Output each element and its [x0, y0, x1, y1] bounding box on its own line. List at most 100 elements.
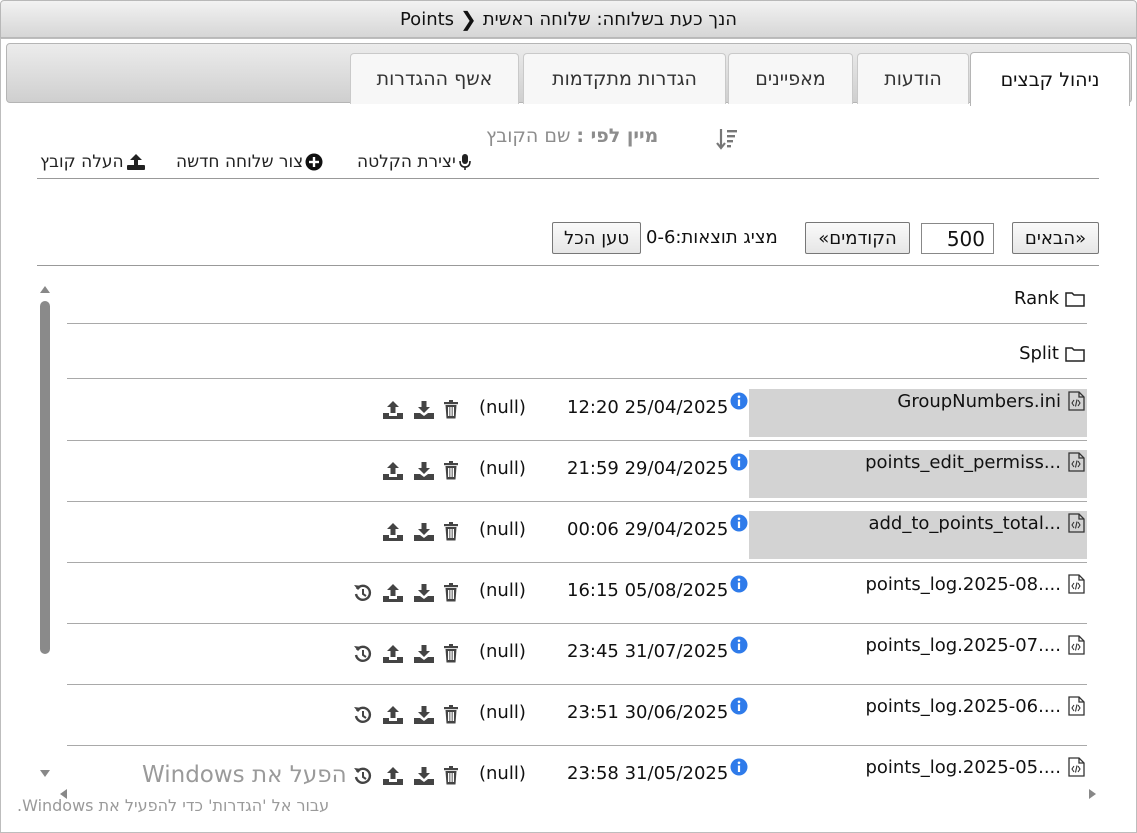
- tab-properties[interactable]: מאפיינים: [728, 53, 853, 104]
- folder-name[interactable]: Split: [1019, 343, 1085, 364]
- file-name: points_edit_permiss...: [865, 452, 1061, 473]
- scroll-right-icon[interactable]: [1089, 789, 1096, 799]
- file-row[interactable]: points_edit_permiss... 21:59 29/04/2025 (n…: [67, 441, 1087, 502]
- file-size: (null): [479, 458, 526, 479]
- tab-settings-wizard[interactable]: אשף ההגדרות: [350, 53, 519, 104]
- file-size: (null): [479, 580, 526, 601]
- record-button[interactable]: יצירת הקלטה: [357, 152, 472, 172]
- file-name: points_log.2025-05....: [865, 757, 1061, 778]
- sort-control[interactable]: מיין לפי : שם הקובץ: [486, 125, 658, 147]
- folder-icon: [1065, 291, 1085, 307]
- window-titlebar: הנך כעת בשלוחה: שלוחה ראשית ❮ Points: [0, 0, 1137, 38]
- upload-icon[interactable]: [382, 400, 404, 424]
- file-size: (null): [479, 397, 526, 418]
- delete-icon[interactable]: [443, 583, 459, 606]
- upload-file-button[interactable]: העלה קובץ: [40, 152, 146, 172]
- file-name: points_log.2025-08....: [865, 574, 1061, 595]
- next-button[interactable]: «הבאים: [1012, 222, 1099, 254]
- file-list: Rank Split GroupNumbers.ini 12:20 25/04/2…: [0, 270, 1137, 790]
- microphone-icon: [459, 154, 471, 170]
- tab-strip: ניהול קבצים הודעות מאפיינים הגדרות מתקדמ…: [6, 43, 1132, 106]
- download-icon[interactable]: [413, 644, 435, 668]
- file-name-cell[interactable]: points_log.2025-08....: [749, 572, 1087, 620]
- info-icon[interactable]: [730, 453, 748, 475]
- file-date: 23:45 31/07/2025: [567, 641, 729, 662]
- info-icon[interactable]: [730, 697, 748, 719]
- new-extension-button[interactable]: צור שלוחה חדשה: [176, 152, 323, 172]
- tab-messages[interactable]: הודעות: [857, 53, 969, 104]
- info-icon[interactable]: [730, 392, 748, 414]
- delete-icon[interactable]: [443, 644, 459, 667]
- file-size: (null): [479, 702, 526, 723]
- info-icon[interactable]: [730, 758, 748, 780]
- download-icon[interactable]: [413, 461, 435, 485]
- sort-label: מיין לפי :: [576, 125, 659, 147]
- restore-icon[interactable]: [353, 644, 373, 668]
- code-file-icon: [1067, 757, 1085, 782]
- activation-watermark-hint: עבור אל 'הגדרות' כדי להפעיל את Windows.: [17, 796, 330, 815]
- upload-icon[interactable]: [382, 522, 404, 546]
- record-label: יצירת הקלטה: [357, 152, 456, 172]
- info-icon[interactable]: [730, 514, 748, 536]
- file-name: add_to_points_total...: [868, 513, 1061, 534]
- code-file-icon: [1067, 452, 1085, 477]
- info-icon[interactable]: [730, 575, 748, 597]
- download-icon[interactable]: [413, 522, 435, 546]
- file-name-cell[interactable]: points_log.2025-05....: [749, 755, 1087, 790]
- code-file-icon: [1067, 635, 1085, 660]
- upload-file-label: העלה קובץ: [40, 152, 124, 172]
- file-name-cell[interactable]: GroupNumbers.ini: [749, 389, 1087, 437]
- file-name-cell[interactable]: points_log.2025-07....: [749, 633, 1087, 681]
- delete-icon[interactable]: [443, 461, 459, 484]
- results-shown: מציג תוצאות:0-6: [646, 227, 778, 248]
- upload-icon: [126, 154, 145, 170]
- tab-file-management[interactable]: ניהול קבצים: [970, 52, 1130, 106]
- file-size: (null): [479, 763, 526, 784]
- file-name: GroupNumbers.ini: [897, 391, 1061, 412]
- folder-row[interactable]: Split: [67, 325, 1087, 379]
- code-file-icon: [1067, 574, 1085, 599]
- new-extension-label: צור שלוחה חדשה: [176, 152, 304, 172]
- restore-icon[interactable]: [353, 705, 373, 729]
- title-current: Points: [399, 8, 455, 30]
- load-all-button[interactable]: טען הכל: [552, 222, 641, 254]
- file-row[interactable]: points_log.2025-08.... 16:15 05/08/2025 (n…: [67, 563, 1087, 624]
- activation-watermark-title: הפעל את Windows: [142, 762, 347, 788]
- file-name-cell[interactable]: add_to_points_total...: [749, 511, 1087, 559]
- upload-icon[interactable]: [382, 461, 404, 485]
- file-date: 12:20 25/04/2025: [567, 397, 729, 418]
- file-row[interactable]: points_log.2025-07.... 23:45 31/07/2025 (n…: [67, 624, 1087, 685]
- file-name-cell[interactable]: points_log.2025-06....: [749, 694, 1087, 742]
- tab-advanced-settings[interactable]: הגדרות מתקדמות: [523, 53, 726, 104]
- file-date: 23:51 30/06/2025: [567, 702, 729, 723]
- upload-icon[interactable]: [382, 644, 404, 668]
- code-file-icon: [1067, 696, 1085, 721]
- folder-icon: [1065, 346, 1085, 362]
- sort-value: שם הקובץ: [486, 125, 571, 147]
- upload-icon[interactable]: [382, 705, 404, 729]
- download-icon[interactable]: [413, 400, 435, 424]
- info-icon[interactable]: [730, 636, 748, 658]
- chevron-left-icon: ❮: [460, 7, 477, 31]
- file-row[interactable]: add_to_points_total... 00:06 29/04/2025 (n…: [67, 502, 1087, 563]
- prev-button[interactable]: הקודמים»: [805, 222, 910, 254]
- upload-icon[interactable]: [382, 583, 404, 607]
- file-name: points_log.2025-07....: [865, 635, 1061, 656]
- file-row[interactable]: points_log.2025-06.... 23:51 30/06/2025 (n…: [67, 685, 1087, 746]
- delete-icon[interactable]: [443, 705, 459, 728]
- page-size-input[interactable]: [921, 223, 994, 254]
- folder-label: Rank: [1014, 288, 1059, 309]
- delete-icon[interactable]: [443, 400, 459, 423]
- download-icon[interactable]: [413, 583, 435, 607]
- folder-name[interactable]: Rank: [1014, 288, 1085, 309]
- pagination-divider: [37, 265, 1099, 266]
- delete-icon[interactable]: [443, 522, 459, 545]
- file-date: 21:59 29/04/2025: [567, 458, 729, 479]
- file-name-cell[interactable]: points_edit_permiss...: [749, 450, 1087, 498]
- download-icon[interactable]: [413, 705, 435, 729]
- restore-icon[interactable]: [353, 583, 373, 607]
- folder-row[interactable]: Rank: [67, 270, 1087, 324]
- file-row[interactable]: GroupNumbers.ini 12:20 25/04/2025 (null): [67, 380, 1087, 441]
- sort-icon[interactable]: [716, 126, 738, 152]
- toolbar-divider: [37, 178, 1099, 179]
